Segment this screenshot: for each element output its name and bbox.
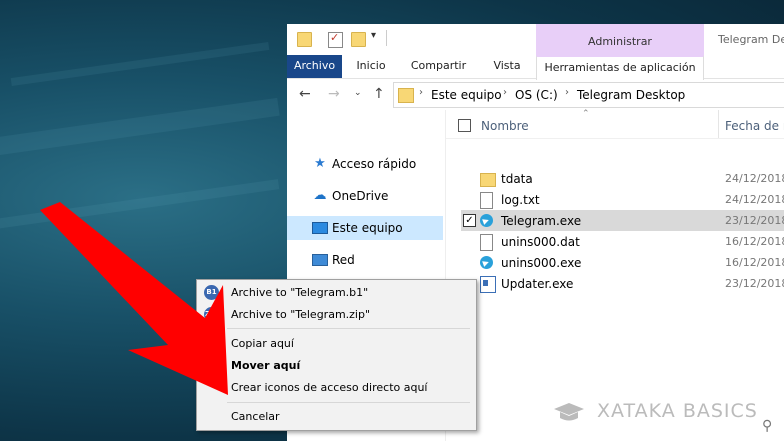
watermark-text: XATAKA BASICS (597, 400, 758, 422)
graduation-cap-icon (554, 403, 584, 421)
arrow-shape (40, 202, 228, 395)
key-icon: ⚲ (762, 418, 773, 434)
red-pointer-arrow-icon (40, 202, 228, 395)
